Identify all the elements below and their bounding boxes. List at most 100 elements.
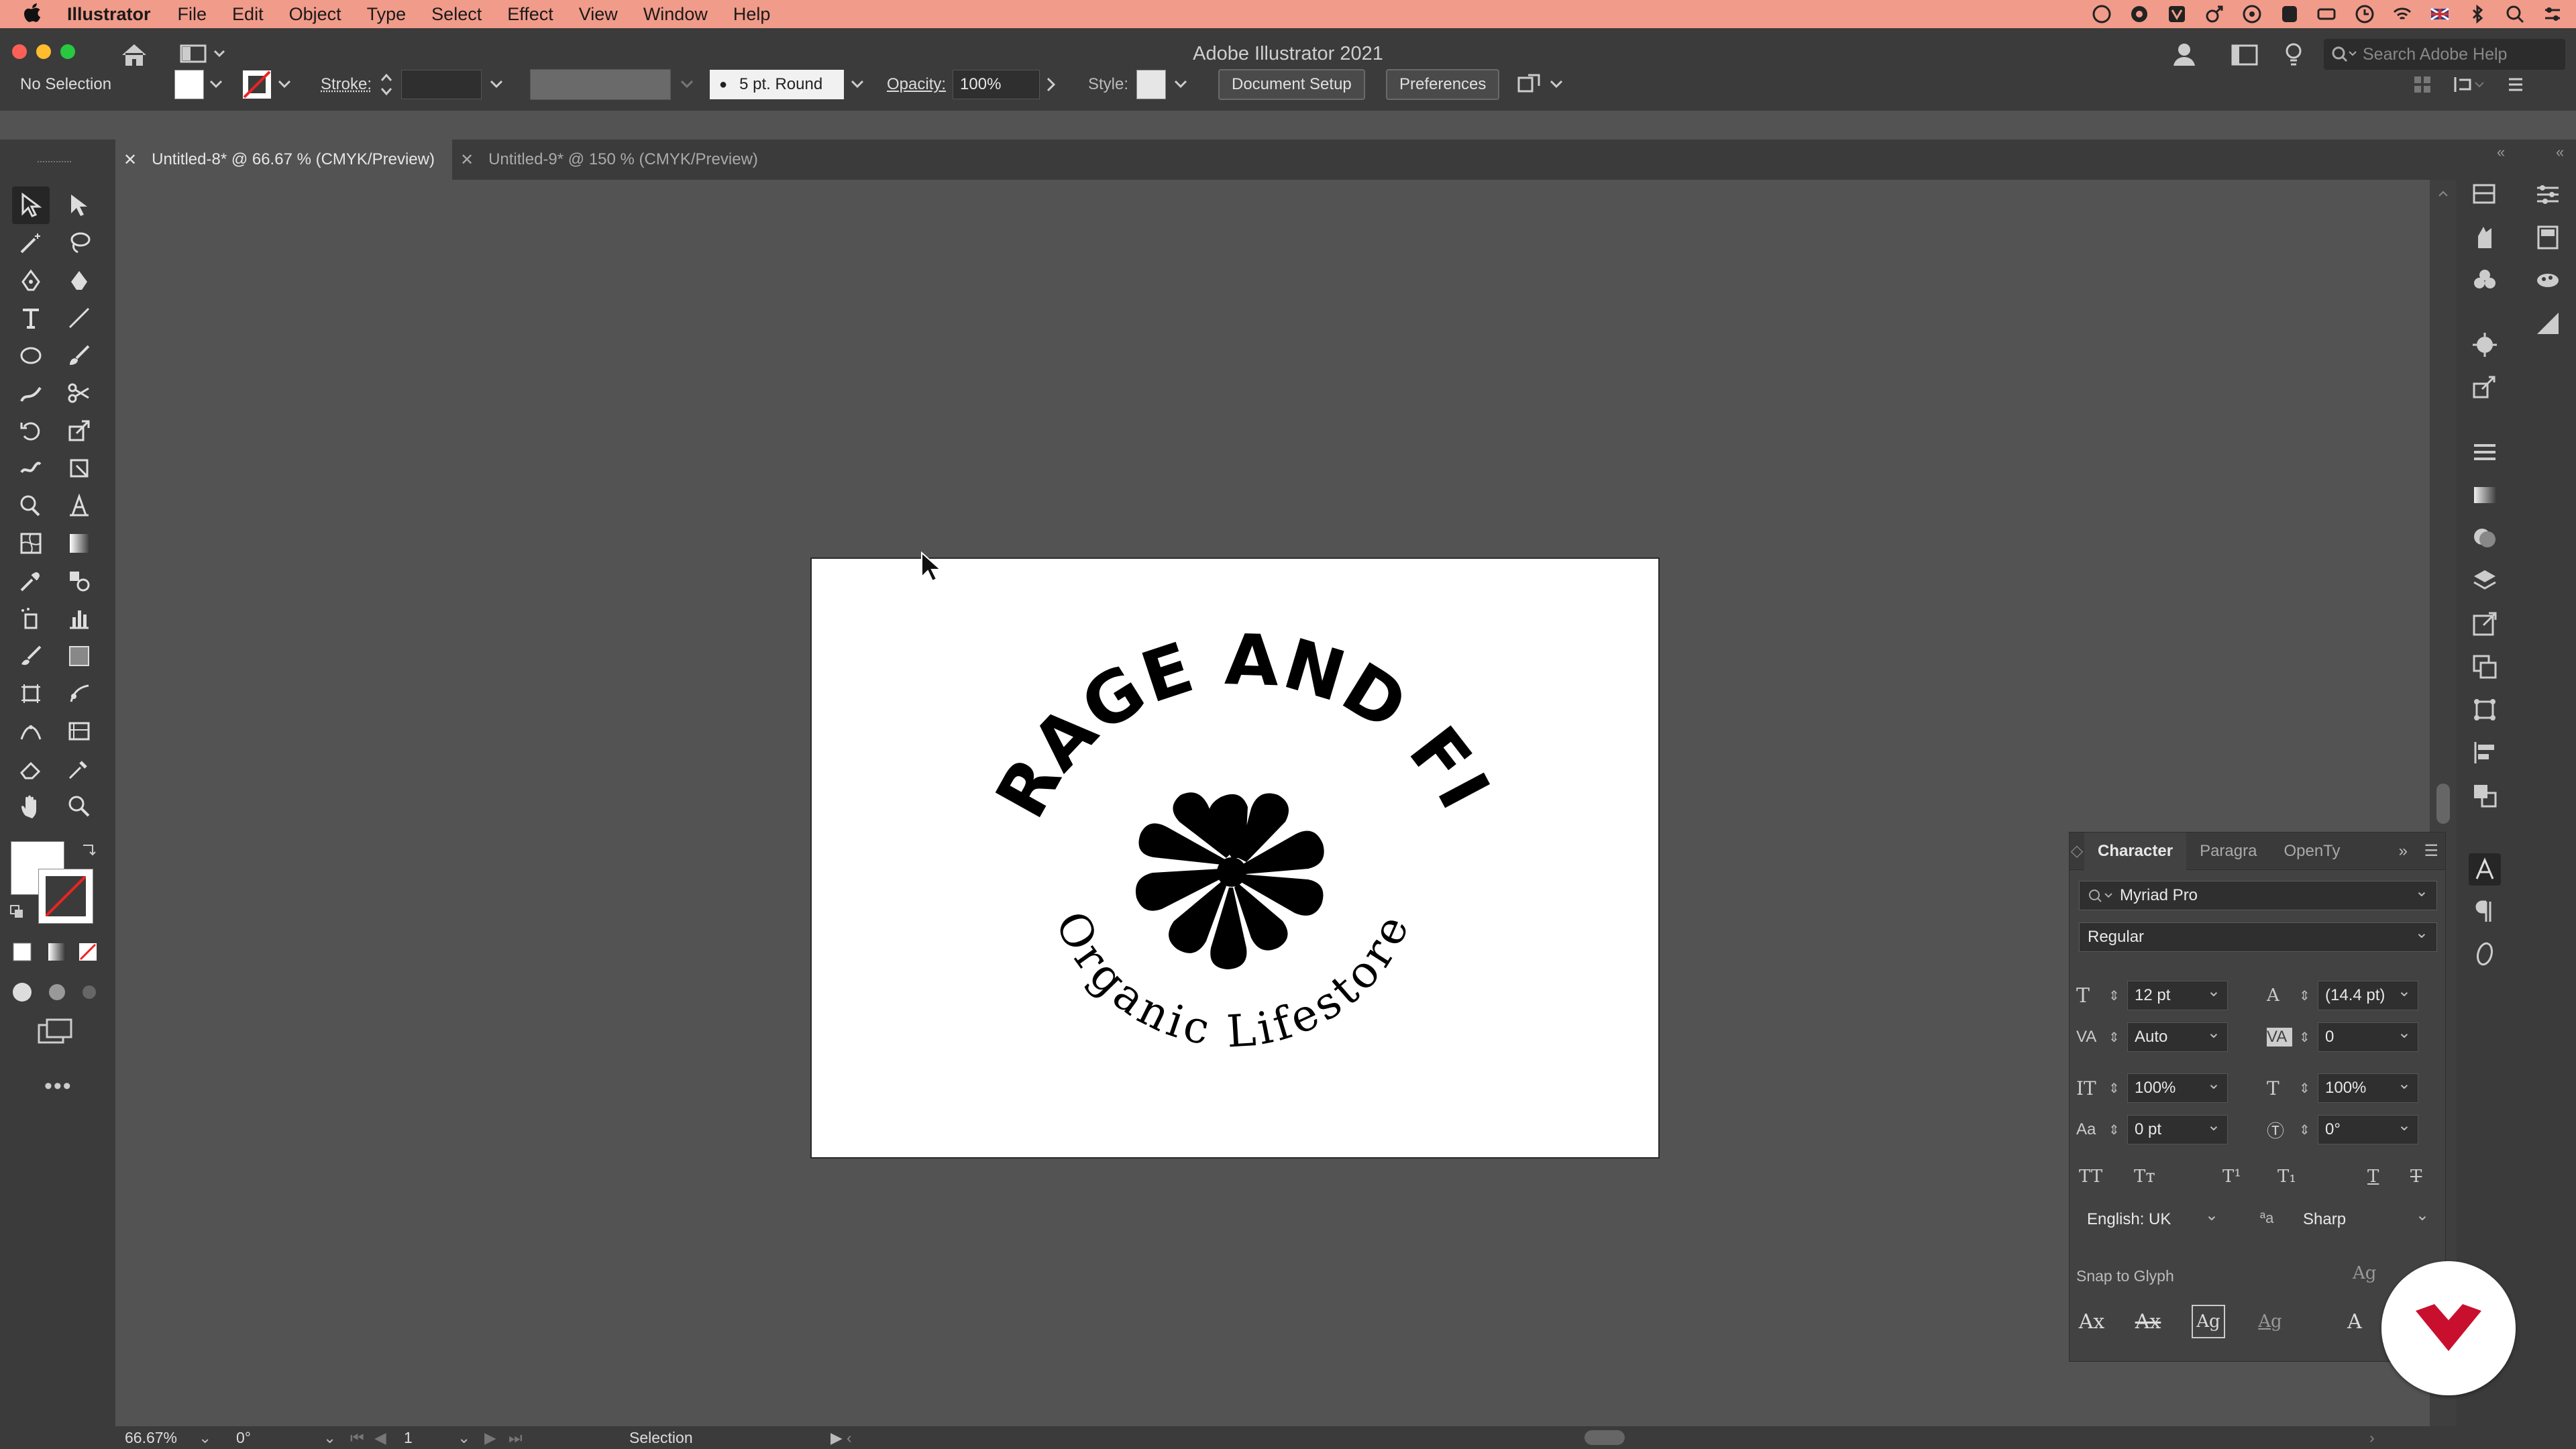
expand-panels-icon[interactable]: « — [2497, 144, 2505, 161]
stroke-none-swatch[interactable] — [241, 69, 272, 100]
collapse-panels-icon[interactable]: « — [2556, 144, 2564, 161]
vertical-scale-field[interactable]: 100% — [2127, 1070, 2228, 1103]
column-graph-tool-icon[interactable] — [60, 600, 98, 637]
draw-behind-icon[interactable] — [46, 981, 68, 1004]
variable-width-profile[interactable] — [530, 67, 694, 102]
puppet-warp-tool-icon[interactable] — [60, 675, 98, 712]
scale-tool-icon[interactable] — [60, 412, 98, 449]
menu-lines-icon[interactable] — [2506, 75, 2525, 94]
transparency-icon[interactable] — [2471, 525, 2498, 551]
arrange-control[interactable] — [1516, 67, 1563, 102]
fill-swatch[interactable] — [174, 70, 204, 99]
width-tool-icon[interactable] — [12, 712, 50, 750]
arrange-documents-icon[interactable] — [2231, 44, 2258, 66]
opentype-panel-icon[interactable] — [2471, 941, 2498, 967]
pathfinder-icon[interactable] — [2471, 782, 2498, 809]
lightbulb-icon[interactable] — [2284, 42, 2304, 68]
font-family-select[interactable]: Myriad Pro ⌄ — [2079, 881, 2437, 910]
brush-definition-field[interactable]: ● 5 pt. Round — [710, 70, 844, 99]
snap-x-height-icon[interactable]: Ax — [2131, 1305, 2165, 1338]
none-mode-icon[interactable] — [78, 942, 98, 962]
shape-builder-tool-icon[interactable] — [12, 487, 50, 525]
stepper-icon[interactable]: ⇕ — [2108, 1029, 2121, 1046]
blend-tool-icon[interactable] — [60, 562, 98, 600]
arrange-icon[interactable] — [1516, 72, 1543, 97]
leading-field[interactable]: (14.4 pt) — [2318, 977, 2418, 1010]
swatches-icon[interactable] — [2534, 224, 2561, 251]
stroke-color-swatch[interactable] — [38, 869, 93, 924]
transform-icon[interactable] — [2453, 74, 2486, 95]
sync-icon[interactable] — [2129, 4, 2149, 24]
tracking-field[interactable]: 0 — [2318, 1019, 2418, 1052]
chevron-down-icon[interactable] — [680, 80, 694, 89]
strikethrough-icon[interactable]: T — [2410, 1167, 2422, 1187]
mesh-tool-icon[interactable] — [12, 525, 50, 562]
panel-collapse-icon[interactable]: ◇ — [2070, 841, 2084, 861]
perspective-grid-tool-icon[interactable] — [60, 487, 98, 525]
chevron-down-icon[interactable] — [278, 80, 291, 89]
last-artboard-icon[interactable]: ⏭ — [508, 1429, 596, 1447]
bluetooth-icon[interactable] — [2467, 4, 2487, 24]
properties-icon[interactable] — [2534, 181, 2561, 208]
hand-tool-icon[interactable] — [12, 788, 50, 825]
rotation-field[interactable]: 0° — [236, 1429, 323, 1447]
menu-edit[interactable]: Edit — [232, 0, 264, 28]
paragraph-panel-icon[interactable] — [2471, 898, 2498, 924]
zoom-tool-icon[interactable] — [60, 788, 98, 825]
circle-icon[interactable] — [2242, 4, 2262, 24]
tab-untitled-9[interactable]: ✕ Untitled-9* @ 150 % (CMYK/Preview) — [451, 140, 775, 180]
slice-tool-icon[interactable] — [60, 712, 98, 750]
apple-icon[interactable] — [23, 1, 42, 25]
ellipse-tool-icon[interactable] — [12, 337, 50, 374]
current-tool-label[interactable]: Selection — [629, 1429, 830, 1447]
gradient-tool-icon[interactable] — [60, 525, 98, 562]
direct-selection-tool-icon[interactable] — [60, 186, 98, 224]
menu-select[interactable]: Select — [431, 0, 482, 28]
menu-help[interactable]: Help — [733, 0, 771, 28]
chevron-down-icon[interactable]: ⌄ — [323, 1429, 350, 1447]
stroke-label[interactable]: Stroke: — [321, 75, 372, 94]
tab-paragraph[interactable]: Paragra — [2186, 833, 2270, 870]
panel-grip[interactable] — [38, 161, 71, 165]
eraser-tool-icon[interactable] — [12, 750, 50, 788]
scroll-left-arrow[interactable]: ‹ — [847, 1429, 867, 1447]
eyedropper-tool-icon[interactable] — [12, 562, 50, 600]
character-panel-icon[interactable] — [2469, 853, 2501, 885]
menu-window[interactable]: Window — [643, 0, 708, 28]
glyph-options-icon[interactable]: Ag — [2353, 1263, 2376, 1283]
snap-angular-icon[interactable]: A — [2338, 1305, 2371, 1338]
brush-definition-control[interactable]: ● 5 pt. Round — [710, 67, 864, 102]
stroke-panel-icon[interactable] — [2471, 439, 2498, 466]
underline-icon[interactable]: T — [2367, 1167, 2379, 1187]
stepper-icon[interactable]: ⇕ — [2299, 1122, 2311, 1138]
chevron-down-icon[interactable]: ⌄ — [458, 1429, 484, 1447]
close-icon[interactable]: ✕ — [123, 150, 137, 170]
status-menu-icon[interactable]: ▶ — [830, 1429, 847, 1447]
logo-artwork[interactable]: FORAGE AND FIND Organic Lifestore — [812, 559, 1658, 1157]
symbol-sprayer-tool-icon[interactable] — [12, 600, 50, 637]
swap-colors-icon[interactable] — [79, 841, 98, 860]
chevron-down-icon[interactable] — [1174, 80, 1187, 89]
brush-tool-icon[interactable] — [12, 637, 50, 675]
language-select[interactable]: English: UK ⌄ — [2079, 1205, 2226, 1235]
flag-icon[interactable] — [2430, 4, 2450, 24]
magic-wand-tool-icon[interactable] — [12, 224, 50, 262]
superscript-icon[interactable]: T¹ — [2222, 1167, 2241, 1187]
kerning-field[interactable]: Auto — [2127, 1019, 2228, 1052]
font-style-select[interactable]: Regular ⌄ — [2079, 922, 2437, 952]
chevron-down-icon[interactable] — [209, 80, 223, 89]
first-artboard-icon[interactable]: ⏮ — [350, 1429, 374, 1447]
symbols-icon[interactable] — [2471, 267, 2498, 294]
stroke-weight-field[interactable] — [401, 70, 482, 99]
curvature-tool-icon[interactable] — [60, 262, 98, 299]
line-segment-tool-icon[interactable] — [60, 299, 98, 337]
menu-view[interactable]: View — [579, 0, 618, 28]
stepper-icon[interactable] — [380, 71, 393, 98]
previous-artboard-icon[interactable]: ◀ — [374, 1429, 398, 1447]
scroll-up-arrow[interactable] — [2438, 189, 2449, 197]
color-panel-icon[interactable] — [2534, 310, 2561, 337]
tab-character[interactable]: Character — [2084, 832, 2187, 870]
scroll-thumb[interactable] — [2436, 784, 2450, 824]
scissors-tool-icon[interactable] — [60, 374, 98, 412]
warp-tool-icon[interactable] — [12, 449, 50, 487]
